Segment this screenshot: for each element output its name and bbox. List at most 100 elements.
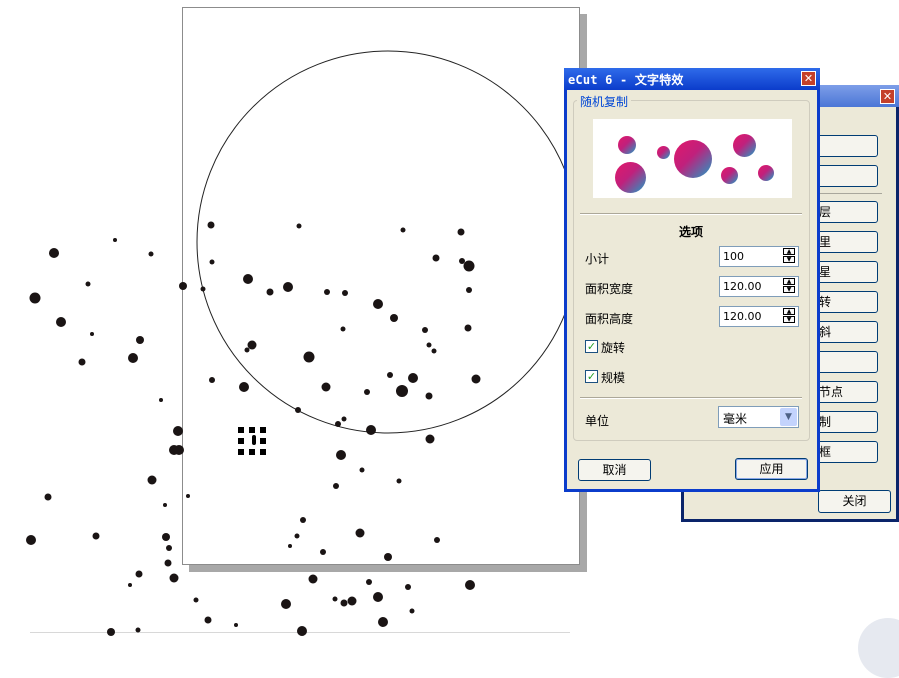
random-dot[interactable] [457,228,465,236]
random-dot[interactable] [92,532,100,540]
random-dot[interactable] [320,549,326,555]
random-dot[interactable] [340,326,346,332]
random-dot[interactable] [29,292,41,304]
random-dot[interactable] [426,342,432,348]
random-dot[interactable] [296,223,302,229]
random-dot[interactable] [234,623,238,627]
spin-arrows-icon[interactable]: ▲ ▼ [783,278,797,295]
close-icon[interactable]: ✕ [801,71,816,86]
random-dot[interactable] [295,407,301,413]
spin-arrows-icon[interactable]: ▲ ▼ [783,248,797,265]
random-dot[interactable] [336,450,346,460]
back-dialog-button-7[interactable]: 斜 [814,321,878,343]
back-dialog-button-11[interactable]: 框 [814,441,878,463]
random-dot[interactable] [174,445,184,455]
random-dot[interactable] [135,570,143,578]
scale-checkbox[interactable]: ✓ [585,370,598,383]
random-dot[interactable] [355,528,365,538]
unit-value[interactable]: 毫米 [723,410,747,427]
random-dot[interactable] [387,372,393,378]
random-dot[interactable] [324,289,330,295]
chevron-down-icon[interactable]: ▼ [780,408,797,426]
subtotal-value[interactable]: 100 [723,250,744,263]
random-dot[interactable] [332,596,338,602]
random-dot[interactable] [459,258,465,264]
random-dot[interactable] [434,537,440,543]
random-dot[interactable] [26,535,36,545]
random-dot[interactable] [207,221,215,229]
random-dot[interactable] [166,545,172,551]
unit-select[interactable]: 毫米 ▼ [718,406,799,428]
area-width-value[interactable]: 120.00 [723,280,762,293]
back-dialog-close-icon[interactable]: ✕ [880,89,895,104]
scale-label[interactable]: 规模 [601,369,625,386]
random-dot[interactable] [49,248,59,258]
back-dialog-button-9[interactable]: 节点 [814,381,878,403]
random-dot[interactable] [288,544,292,548]
random-dot[interactable] [209,259,215,265]
cancel-button[interactable]: 取消 [578,459,651,481]
random-dot[interactable] [366,579,372,585]
random-dot[interactable] [321,382,331,392]
random-dot[interactable] [164,559,172,567]
random-dot[interactable] [340,599,348,607]
random-dot[interactable] [107,628,115,636]
random-dot[interactable] [283,282,293,292]
random-dot[interactable] [244,347,250,353]
random-dot[interactable] [173,426,183,436]
random-dot[interactable] [193,597,199,603]
random-dot[interactable] [128,353,138,363]
spin-arrows-icon[interactable]: ▲ ▼ [783,308,797,325]
random-dot[interactable] [308,574,318,584]
random-dot[interactable] [128,583,132,587]
random-dot[interactable] [163,503,167,507]
random-dot[interactable] [364,389,370,395]
random-dot[interactable] [239,382,249,392]
object-selection-handles[interactable] [238,427,266,455]
random-dot[interactable] [471,374,481,384]
random-dot[interactable] [85,281,91,287]
random-dot[interactable] [169,573,179,583]
random-dot[interactable] [209,377,215,383]
back-dialog-button-1[interactable] [814,135,878,157]
random-dot[interactable] [297,626,307,636]
random-dot[interactable] [408,373,418,383]
random-dot[interactable] [159,398,163,402]
random-dot[interactable] [463,260,475,272]
random-dot[interactable] [179,282,187,290]
random-dot[interactable] [294,533,300,539]
random-dot[interactable] [431,348,437,354]
random-dot[interactable] [396,478,402,484]
random-dot[interactable] [44,493,52,501]
back-dialog-button-10[interactable]: 制 [814,411,878,433]
random-dot[interactable] [390,314,398,322]
random-dot[interactable] [243,274,253,284]
random-dot[interactable] [409,608,415,614]
back-dialog-button-3[interactable]: 层 [814,201,878,223]
random-dot[interactable] [373,299,383,309]
random-dot[interactable] [335,421,341,427]
back-dialog-button-8[interactable] [814,351,878,373]
random-dot[interactable] [425,392,433,400]
rotate-checkbox[interactable]: ✓ [585,340,598,353]
random-dot[interactable] [405,584,411,590]
random-dot[interactable] [303,351,315,363]
random-dot[interactable] [135,627,141,633]
area-height-value[interactable]: 120.00 [723,310,762,323]
random-dot[interactable] [78,358,86,366]
random-dot[interactable] [162,533,170,541]
random-dot[interactable] [204,616,212,624]
random-dot[interactable] [341,416,347,422]
random-dot[interactable] [333,483,339,489]
random-dot[interactable] [396,385,408,397]
random-dot[interactable] [148,251,154,257]
random-dot[interactable] [300,517,306,523]
back-dialog-button-6[interactable]: 转 [814,291,878,313]
random-dot[interactable] [342,290,348,296]
random-dot[interactable] [90,332,94,336]
random-dot[interactable] [432,254,440,262]
random-dot[interactable] [384,553,392,561]
random-dot[interactable] [422,327,428,333]
random-dot[interactable] [113,238,117,242]
random-dot[interactable] [136,336,144,344]
